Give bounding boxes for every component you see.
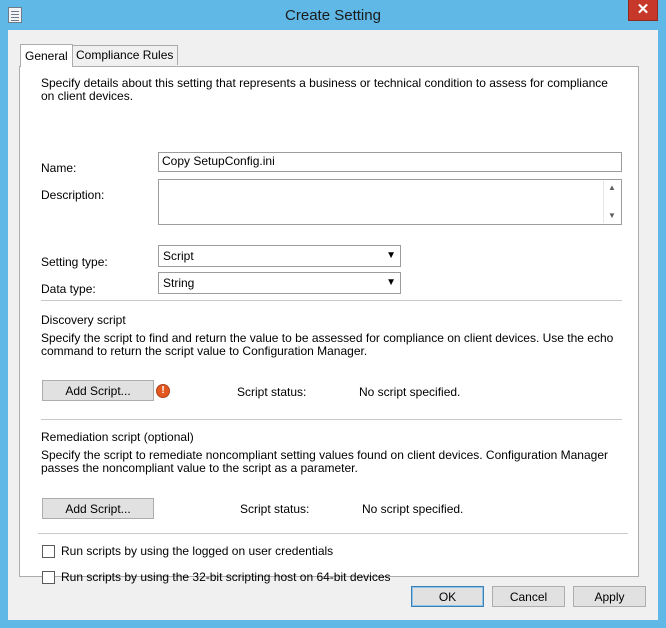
name-input-value: Copy SetupConfig.ini bbox=[162, 154, 275, 168]
checkbox-logged-on-credentials[interactable] bbox=[42, 545, 55, 558]
apply-button[interactable]: Apply bbox=[573, 586, 646, 607]
checkbox-logged-on-credentials-label[interactable]: Run scripts by using the logged on user … bbox=[61, 544, 333, 558]
checkbox-32bit-scripting-host-label[interactable]: Run scripts by using the 32-bit scriptin… bbox=[61, 570, 391, 584]
description-scrollbar[interactable]: ▲ ▼ bbox=[603, 181, 620, 223]
intro-text: Specify details about this setting that … bbox=[41, 76, 608, 103]
setting-type-select[interactable]: Script ▼ bbox=[158, 245, 401, 267]
setting-type-value: Script bbox=[163, 249, 194, 263]
general-tab-panel: Specify details about this setting that … bbox=[19, 66, 639, 584]
error-icon: ! bbox=[156, 384, 170, 398]
dialog-client-area: General Compliance Rules Specify details… bbox=[8, 30, 658, 620]
discovery-add-script-button[interactable]: Add Script... bbox=[42, 380, 154, 401]
remediation-script-heading: Remediation script (optional) bbox=[41, 430, 194, 444]
scroll-down-icon[interactable]: ▼ bbox=[604, 209, 620, 223]
data-type-select[interactable]: String ▼ bbox=[158, 272, 401, 294]
ok-button[interactable]: OK bbox=[411, 586, 484, 607]
remediation-add-script-button[interactable]: Add Script... bbox=[42, 498, 154, 519]
remediation-script-description: Specify the script to remediate noncompl… bbox=[41, 448, 608, 475]
discovery-script-description: Specify the script to find and return th… bbox=[41, 331, 614, 358]
setting-type-label: Setting type: bbox=[41, 255, 108, 269]
data-type-value: String bbox=[163, 276, 195, 290]
discovery-script-status-value: No script specified. bbox=[359, 385, 461, 399]
separator bbox=[41, 300, 622, 302]
chevron-down-icon: ▼ bbox=[386, 277, 396, 288]
name-label: Name: bbox=[41, 161, 77, 175]
separator bbox=[41, 419, 622, 421]
description-label: Description: bbox=[41, 188, 105, 202]
description-textarea[interactable]: ▲ ▼ bbox=[158, 179, 622, 225]
discovery-script-status-label: Script status: bbox=[237, 385, 307, 399]
name-input[interactable]: Copy SetupConfig.ini bbox=[158, 152, 622, 172]
chevron-down-icon: ▼ bbox=[386, 250, 396, 261]
scroll-up-icon[interactable]: ▲ bbox=[604, 181, 620, 195]
checkbox-32bit-scripting-host[interactable] bbox=[42, 571, 55, 584]
remediation-script-status-label: Script status: bbox=[240, 502, 310, 516]
separator bbox=[38, 533, 628, 535]
create-setting-window: Create Setting ✕ General Compliance Rule… bbox=[0, 0, 666, 628]
tab-general[interactable]: General bbox=[20, 44, 73, 67]
cancel-button[interactable]: Cancel bbox=[492, 586, 565, 607]
remediation-script-status-value: No script specified. bbox=[362, 502, 464, 516]
title-bar[interactable]: Create Setting ✕ bbox=[0, 0, 666, 30]
tab-compliance-rules[interactable]: Compliance Rules bbox=[71, 45, 179, 65]
discovery-script-heading: Discovery script bbox=[41, 313, 126, 327]
close-button[interactable]: ✕ bbox=[628, 0, 658, 21]
window-title: Create Setting bbox=[285, 7, 381, 24]
data-type-label: Data type: bbox=[41, 282, 96, 296]
